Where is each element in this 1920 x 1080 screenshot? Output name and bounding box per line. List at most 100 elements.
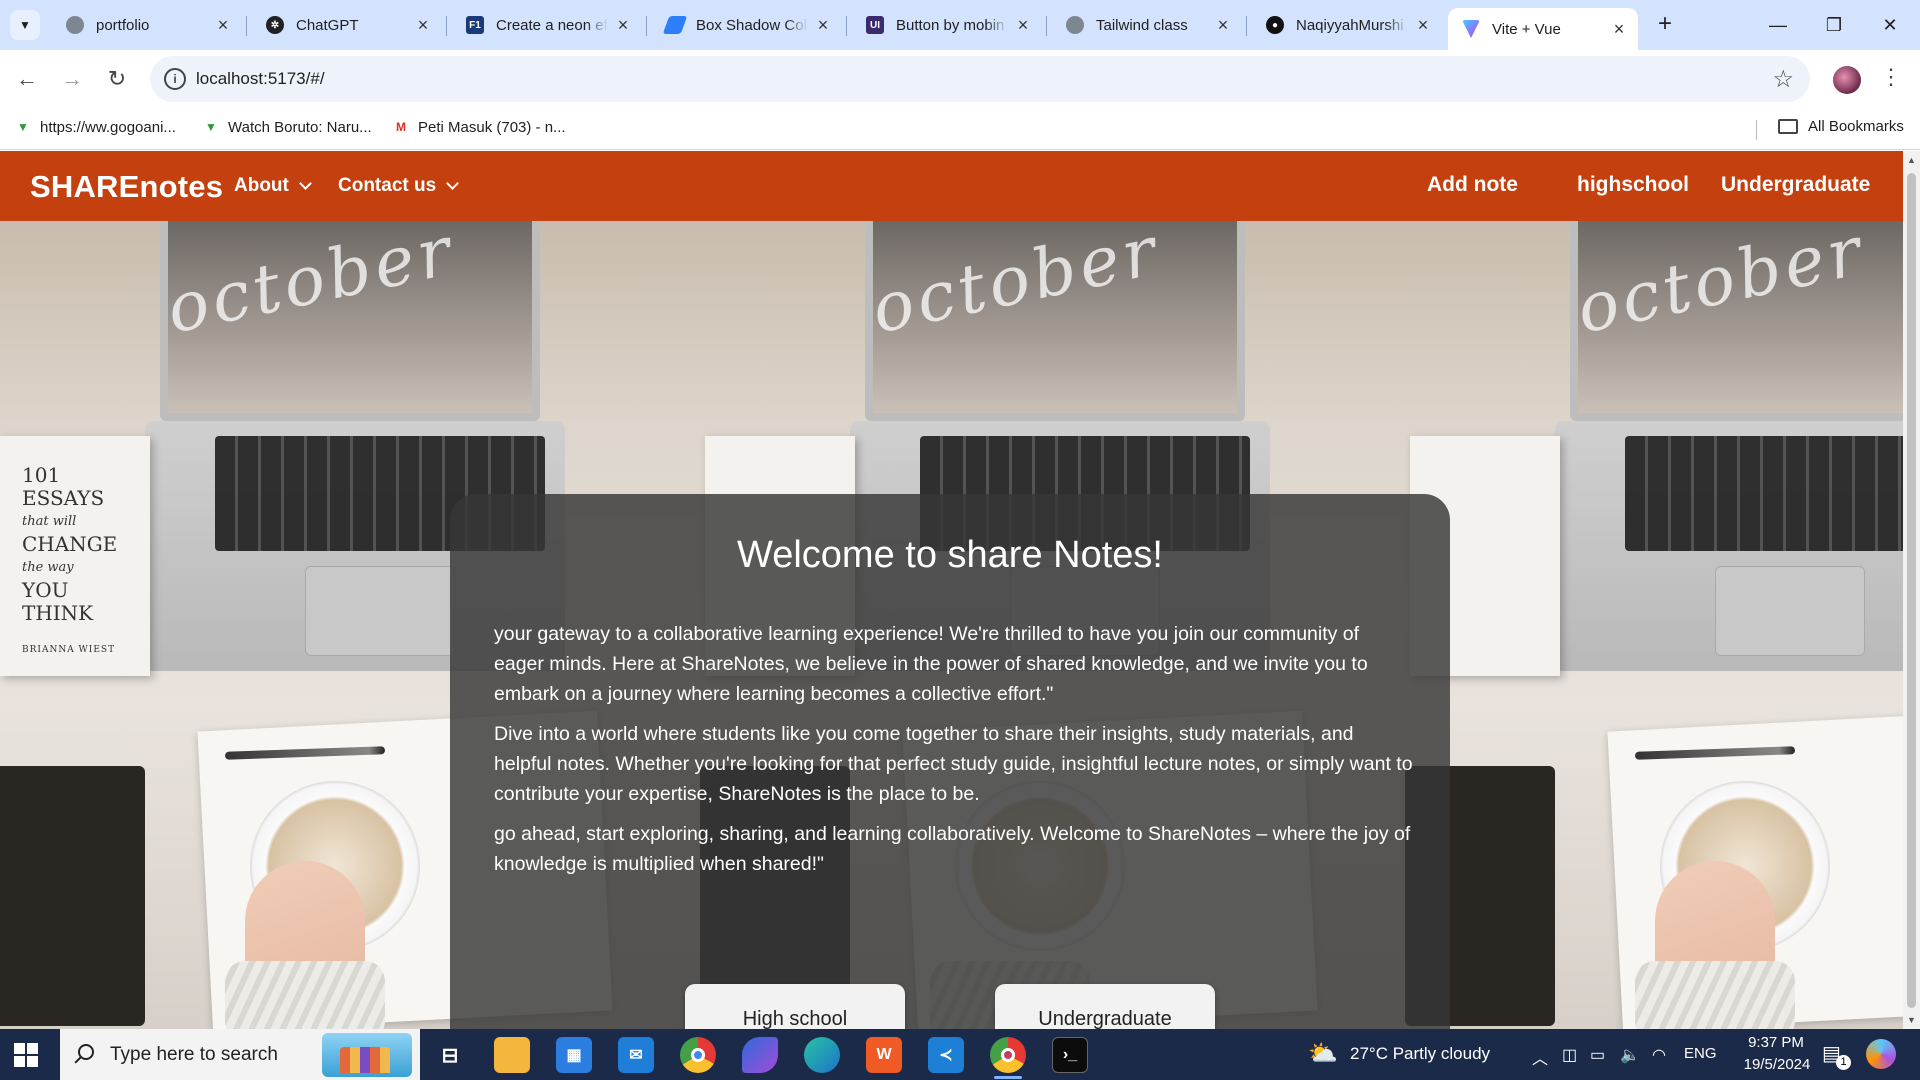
site-info-icon[interactable]: i [164,68,186,90]
book-author: BRIANNA WIEST [22,645,116,655]
arrow-right-icon: → [61,66,83,91]
forward-button[interactable]: → [57,64,87,94]
windows-start-icon[interactable] [14,1043,38,1067]
file-explorer-icon[interactable] [494,1037,530,1073]
url-text[interactable]: localhost:5173/#/ [196,69,325,89]
close-icon[interactable]: × [814,15,832,36]
terminal-icon[interactable]: ›_ [1052,1037,1088,1073]
browser-tab[interactable]: ● NaqiyyahMurshi × [1252,8,1442,42]
volume-icon[interactable]: 🔈 [1620,1045,1640,1065]
page-scrollbar[interactable]: ▲ ▼ [1903,151,1920,1029]
book-image: 101 ESSAYS that will CHANGE the way YOU … [0,436,150,676]
scroll-up-arrow-icon[interactable]: ▲ [1907,155,1916,165]
chatgpt-icon: ✲ [266,16,284,34]
close-window-button[interactable]: ✕ [1870,10,1910,40]
bookmark-star-icon[interactable]: ☆ [1772,65,1794,94]
bookmark-item[interactable]: ▼ https://ww.gogoani... [14,118,176,136]
more-menu-icon[interactable]: ⋮ [1880,64,1902,90]
search-highlight-image [322,1033,412,1077]
restore-button[interactable]: ❐ [1814,10,1854,40]
welcome-body: your gateway to a collaborative learning… [494,619,1414,889]
close-icon[interactable]: × [214,15,232,36]
new-tab-button[interactable]: + [1650,10,1680,40]
close-icon[interactable]: × [1414,15,1432,36]
arrow-left-icon: ← [16,66,38,91]
close-icon[interactable]: × [614,15,632,36]
welcome-card: Welcome to share Notes! your gateway to … [450,494,1450,1029]
taskbar-search-box[interactable]: Type here to search [60,1029,420,1080]
search-icon [78,1044,94,1060]
book-line: THINK [22,601,94,625]
bing-copilot-icon[interactable] [742,1037,778,1073]
bookmarks-bar: ▼ https://ww.gogoani... ▼ Watch Boruto: … [0,108,1920,150]
vscode-icon[interactable]: ≺ [928,1037,964,1073]
nav-dropdown-label: About [234,175,289,196]
browser-tab-active[interactable]: Vite + Vue × [1448,8,1638,50]
scroll-down-arrow-icon[interactable]: ▼ [1907,1015,1916,1025]
app-navbar: SHAREnotes About Contact us Add note hig… [0,151,1903,221]
browser-tab[interactable]: Box Shadow Colo × [652,8,842,42]
language-indicator[interactable]: ENG [1684,1045,1717,1062]
bookmark-label: Watch Boruto: Naru... [228,118,372,136]
bookmark-item[interactable]: ▼ Watch Boruto: Naru... [202,118,372,136]
browser-tab[interactable]: Tailwind class × [1052,8,1242,42]
close-icon[interactable]: × [414,15,432,36]
hero-background: october 101 ESSAYS that will CHANGE the … [0,221,1903,1029]
chevron-down-icon [299,176,312,190]
browser-tab-strip: ▼ portfolio × ✲ ChatGPT × F1 Create a ne… [0,0,1920,50]
bookmark-label: https://ww.gogoani... [40,118,176,136]
address-bar[interactable]: i localhost:5173/#/ ☆ [150,56,1810,102]
reload-button[interactable]: ↻ [102,64,132,94]
tab-title: portfolio [96,16,150,34]
all-bookmarks-button[interactable]: All Bookmarks [1778,118,1904,135]
chrome-profile-icon[interactable] [990,1037,1026,1073]
bookmark-item[interactable]: M Peti Masuk (703) - n... [392,118,566,136]
back-button[interactable]: ← [12,64,42,94]
battery-icon[interactable]: ▭ [1590,1045,1605,1065]
close-icon[interactable]: × [1214,15,1232,36]
minimize-button[interactable]: — [1758,10,1798,40]
plus-icon: + [1657,10,1672,37]
scrollbar-thumb[interactable] [1907,173,1916,1008]
nav-link-add-note[interactable]: Add note [1427,173,1518,197]
clock-time[interactable]: 9:37 PM [1736,1034,1816,1051]
profile-avatar[interactable] [1833,66,1861,94]
browser-tab[interactable]: portfolio × [52,8,242,42]
edge-icon[interactable] [804,1037,840,1073]
browser-toolbar: ← → ↻ i localhost:5173/#/ ☆ ⋮ [0,50,1920,108]
browser-tab[interactable]: F1 Create a neon eff × [452,8,642,42]
book-line: YOU [22,578,69,602]
chrome-icon[interactable] [680,1037,716,1073]
close-icon[interactable]: × [1610,19,1628,40]
brave-icon[interactable]: W [866,1037,902,1073]
nav-dropdown-contact[interactable]: Contact us [338,175,460,197]
wifi-icon[interactable]: ◠ [1652,1045,1666,1065]
browser-tab[interactable]: ✲ ChatGPT × [252,8,442,42]
mail-icon[interactable]: ✉ [618,1037,654,1073]
high-school-button[interactable]: High school [685,984,905,1029]
weather-text[interactable]: 27°C Partly cloudy [1350,1044,1490,1064]
nav-dropdown-about[interactable]: About [234,175,312,197]
browser-tab[interactable]: UI Button by mobin × [852,8,1042,42]
copilot-icon[interactable] [1866,1039,1896,1069]
task-view-icon[interactable]: ⊟ [432,1037,468,1073]
search-placeholder: Type here to search [110,1044,278,1065]
clock-date[interactable]: 19/5/2024 [1722,1056,1832,1073]
vite-icon [1462,20,1480,38]
windows-taskbar: Type here to search ⊟ ▦ ✉ W ≺ ›_ ⛅ 27°C … [0,1029,1920,1080]
welcome-paragraph: go ahead, start exploring, sharing, and … [494,823,1411,875]
undergraduate-button[interactable]: Undergraduate [995,984,1215,1029]
close-icon[interactable]: × [1014,15,1032,36]
microsoft-store-icon[interactable]: ▦ [556,1037,592,1073]
book-line: that will [22,514,77,529]
book-line: CHANGE [22,532,118,556]
github-icon: ● [1266,16,1284,34]
weather-icon[interactable]: ⛅ [1308,1039,1338,1068]
tab-search-button[interactable]: ▼ [10,10,40,40]
nav-link-highschool[interactable]: highschool [1577,173,1689,197]
chevron-up-icon[interactable]: ︿ [1532,1045,1548,1069]
meet-now-icon[interactable]: ◫ [1562,1045,1577,1065]
brand-logo[interactable]: SHAREnotes [30,169,223,205]
nav-link-undergraduate[interactable]: Undergraduate [1721,173,1870,197]
tab-title: Create a neon eff [496,16,608,34]
